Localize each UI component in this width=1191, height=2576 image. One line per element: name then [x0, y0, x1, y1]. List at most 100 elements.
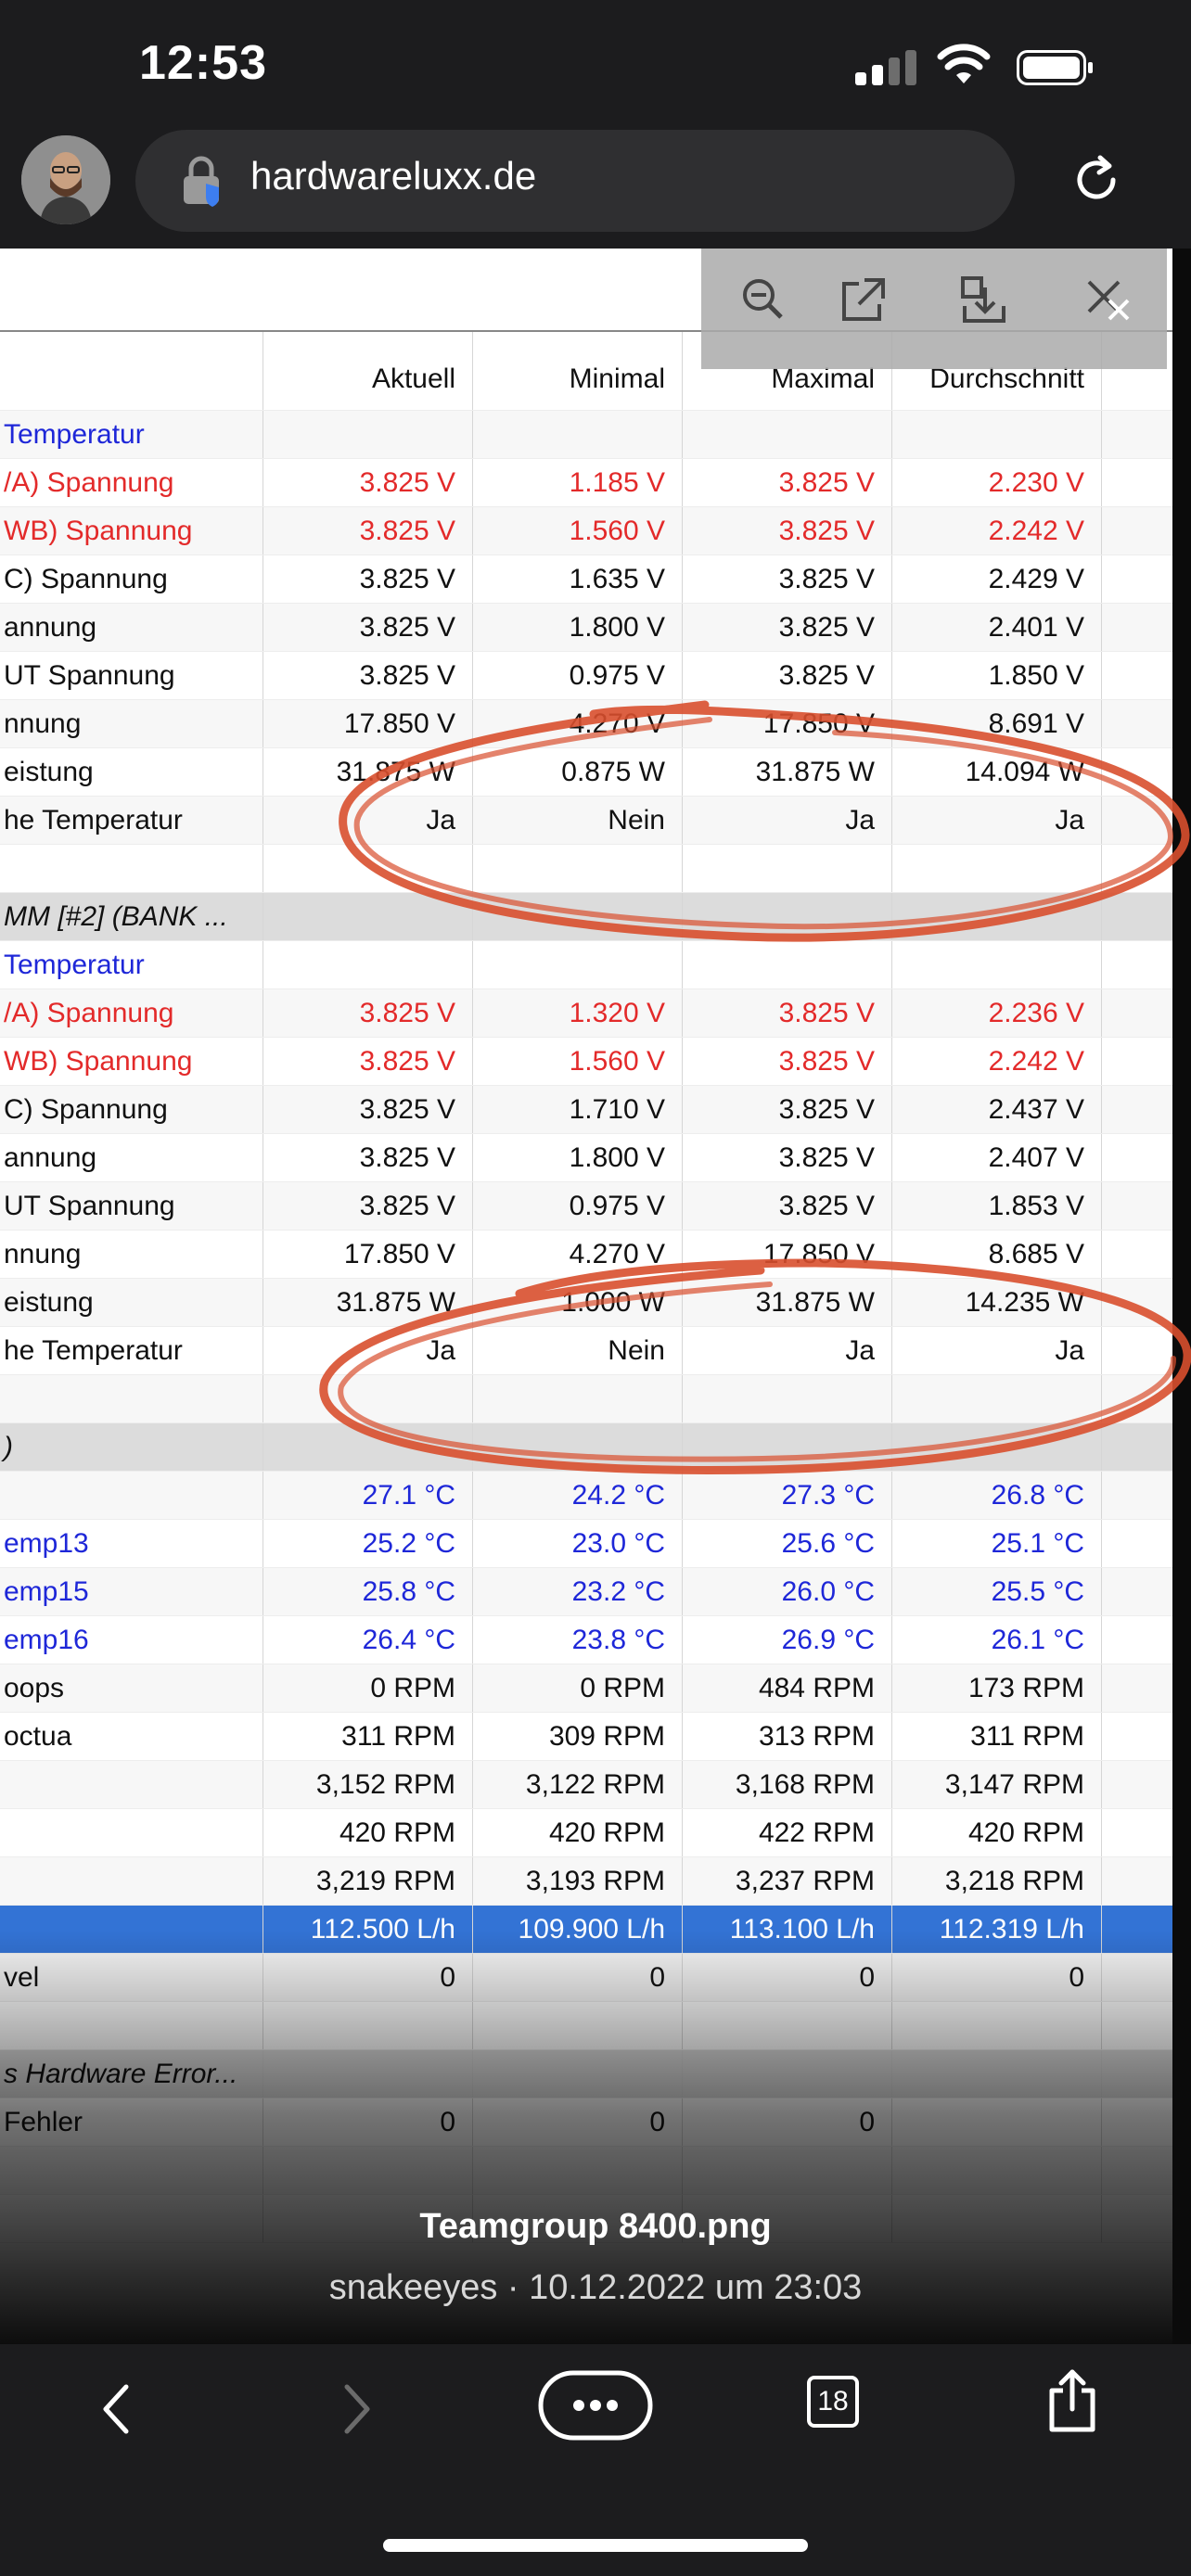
table-row[interactable]: /A) Spannung 3.825 V 1.185 V 3.825 V 2.230 V: [0, 459, 1172, 507]
value-cell: [263, 411, 473, 458]
image-title: Teamgroup 8400.png: [419, 2207, 772, 2246]
group-header-row[interactable]: MM [#2] (BANK ...: [0, 893, 1172, 941]
value-cell: 25.5 °C: [892, 1568, 1102, 1615]
sensor-name-cell: C) Spannung: [0, 555, 263, 603]
value-cell: 26.4 °C: [263, 1616, 473, 1664]
table-row[interactable]: 27.1 °C 24.2 °C 27.3 °C 26.8 °C: [0, 1472, 1172, 1520]
table-row[interactable]: WB) Spannung 3.825 V 1.560 V 3.825 V 2.242 V: [0, 507, 1172, 555]
value-cell: [473, 845, 683, 892]
status-bar: 12:53: [0, 0, 1191, 130]
value-cell: 8.685 V: [892, 1231, 1102, 1278]
value-cell: [892, 1423, 1102, 1471]
value-cell: 3.825 V: [263, 1038, 473, 1085]
sensor-name-cell: UT Spannung: [0, 652, 263, 699]
value-cell: 0.975 V: [473, 652, 683, 699]
table-row[interactable]: emp13 25.2 °C 23.0 °C 25.6 °C 25.1 °C: [0, 1520, 1172, 1568]
group-header-row[interactable]: ): [0, 1423, 1172, 1472]
column-header[interactable]: Aktuell: [263, 332, 473, 410]
table-row[interactable]: oops 0 RPM 0 RPM 484 RPM 173 RPM: [0, 1664, 1172, 1713]
value-cell: 25.6 °C: [683, 1520, 892, 1567]
value-cell: 17.850 V: [683, 700, 892, 747]
table-row[interactable]: nnung 17.850 V 4.270 V 17.850 V 8.691 V: [0, 700, 1172, 748]
value-cell: 3,152 RPM: [263, 1761, 473, 1808]
value-cell: 27.1 °C: [263, 1472, 473, 1519]
table-row[interactable]: UT Spannung 3.825 V 0.975 V 3.825 V 1.853 V: [0, 1182, 1172, 1231]
table-row[interactable]: /A) Spannung 3.825 V 1.320 V 3.825 V 2.236 V: [0, 989, 1172, 1038]
value-cell: 1.635 V: [473, 555, 683, 603]
sensor-name-cell: [0, 1809, 263, 1856]
table-row[interactable]: annung 3.825 V 1.800 V 3.825 V 2.401 V: [0, 604, 1172, 652]
value-cell: [683, 1423, 892, 1471]
table-row[interactable]: WB) Spannung 3.825 V 1.560 V 3.825 V 2.242 V: [0, 1038, 1172, 1086]
share-icon[interactable]: [1044, 2368, 1100, 2433]
table-row[interactable]: nnung 17.850 V 4.270 V 17.850 V 8.685 V: [0, 1231, 1172, 1279]
table-row[interactable]: C) Spannung 3.825 V 1.635 V 3.825 V 2.429 V: [0, 555, 1172, 604]
table-row[interactable]: eistung 31.875 W 0.875 W 31.875 W 14.094 W: [0, 748, 1172, 797]
value-cell: 311 RPM: [892, 1713, 1102, 1760]
value-cell: 4.270 V: [473, 700, 683, 747]
close-icon[interactable]: [1082, 274, 1133, 326]
table-row[interactable]: Temperatur: [0, 941, 1172, 989]
table-row[interactable]: [0, 1375, 1172, 1423]
table-row[interactable]: C) Spannung 3.825 V 1.710 V 3.825 V 2.437 V: [0, 1086, 1172, 1134]
value-cell: Ja: [263, 797, 473, 844]
table-row[interactable]: 3,152 RPM 3,122 RPM 3,168 RPM 3,147 RPM: [0, 1761, 1172, 1809]
sensor-name-cell: annung: [0, 604, 263, 651]
value-cell: [473, 1423, 683, 1471]
sensor-name-cell: annung: [0, 1134, 263, 1181]
value-cell: 3.825 V: [263, 652, 473, 699]
column-header[interactable]: [0, 332, 263, 410]
value-cell: [683, 411, 892, 458]
table-row[interactable]: 3,219 RPM 3,193 RPM 3,237 RPM 3,218 RPM: [0, 1857, 1172, 1906]
sensor-name-cell: [0, 1857, 263, 1905]
table-row[interactable]: 420 RPM 420 RPM 422 RPM 420 RPM: [0, 1809, 1172, 1857]
table-row[interactable]: emp16 26.4 °C 23.8 °C 26.9 °C 26.1 °C: [0, 1616, 1172, 1664]
download-icon[interactable]: [957, 274, 1009, 326]
value-cell: 3,193 RPM: [473, 1857, 683, 1905]
table-row[interactable]: UT Spannung 3.825 V 0.975 V 3.825 V 1.850 V: [0, 652, 1172, 700]
sensor-name-cell: [0, 1375, 263, 1422]
table-row[interactable]: [0, 845, 1172, 893]
table-row[interactable]: annung 3.825 V 1.800 V 3.825 V 2.407 V: [0, 1134, 1172, 1182]
value-cell: 420 RPM: [892, 1809, 1102, 1856]
value-cell: 0 RPM: [263, 1664, 473, 1712]
sensor-name-cell: /A) Spannung: [0, 459, 263, 506]
table-row[interactable]: emp15 25.8 °C 23.2 °C 26.0 °C 25.5 °C: [0, 1568, 1172, 1616]
open-external-icon[interactable]: [837, 274, 889, 326]
value-cell: 3,218 RPM: [892, 1857, 1102, 1905]
more-icon[interactable]: [538, 2370, 653, 2441]
value-cell: Ja: [892, 1327, 1102, 1374]
value-cell: 17.850 V: [263, 1231, 473, 1278]
table-row[interactable]: octua 311 RPM 309 RPM 313 RPM 311 RPM: [0, 1713, 1172, 1761]
table-row[interactable]: eistung 31.875 W 1.000 W 31.875 W 14.235 W: [0, 1279, 1172, 1327]
tabs-button[interactable]: 18: [807, 2376, 859, 2428]
battery-icon: [1017, 50, 1093, 85]
value-cell: 422 RPM: [683, 1809, 892, 1856]
value-cell: [683, 893, 892, 940]
value-cell: 17.850 V: [263, 700, 473, 747]
value-cell: 3.825 V: [263, 459, 473, 506]
value-cell: 1.800 V: [473, 604, 683, 651]
sensor-name-cell: nnung: [0, 700, 263, 747]
value-cell: 3,237 RPM: [683, 1857, 892, 1905]
table-row[interactable]: he Temperatur Ja Nein Ja Ja: [0, 1327, 1172, 1375]
table-row[interactable]: he Temperatur Ja Nein Ja Ja: [0, 797, 1172, 845]
value-cell: 2.242 V: [892, 1038, 1102, 1085]
value-cell: [263, 941, 473, 988]
zoom-out-icon[interactable]: [738, 274, 790, 326]
clock: 12:53: [139, 36, 267, 90]
forward-icon[interactable]: [334, 2381, 380, 2437]
url-field[interactable]: hardwareluxx.de: [135, 130, 1015, 232]
value-cell: [473, 941, 683, 988]
column-header[interactable]: Minimal: [473, 332, 683, 410]
reload-icon[interactable]: [1069, 152, 1124, 208]
value-cell: 25.1 °C: [892, 1520, 1102, 1567]
avatar[interactable]: [21, 135, 110, 224]
value-cell: 3.825 V: [683, 459, 892, 506]
sensor-name-cell: [0, 1472, 263, 1519]
sensor-name-cell: he Temperatur: [0, 797, 263, 844]
table-row[interactable]: Temperatur: [0, 411, 1172, 459]
value-cell: 25.2 °C: [263, 1520, 473, 1567]
back-icon[interactable]: [93, 2381, 139, 2437]
value-cell: Ja: [683, 1327, 892, 1374]
